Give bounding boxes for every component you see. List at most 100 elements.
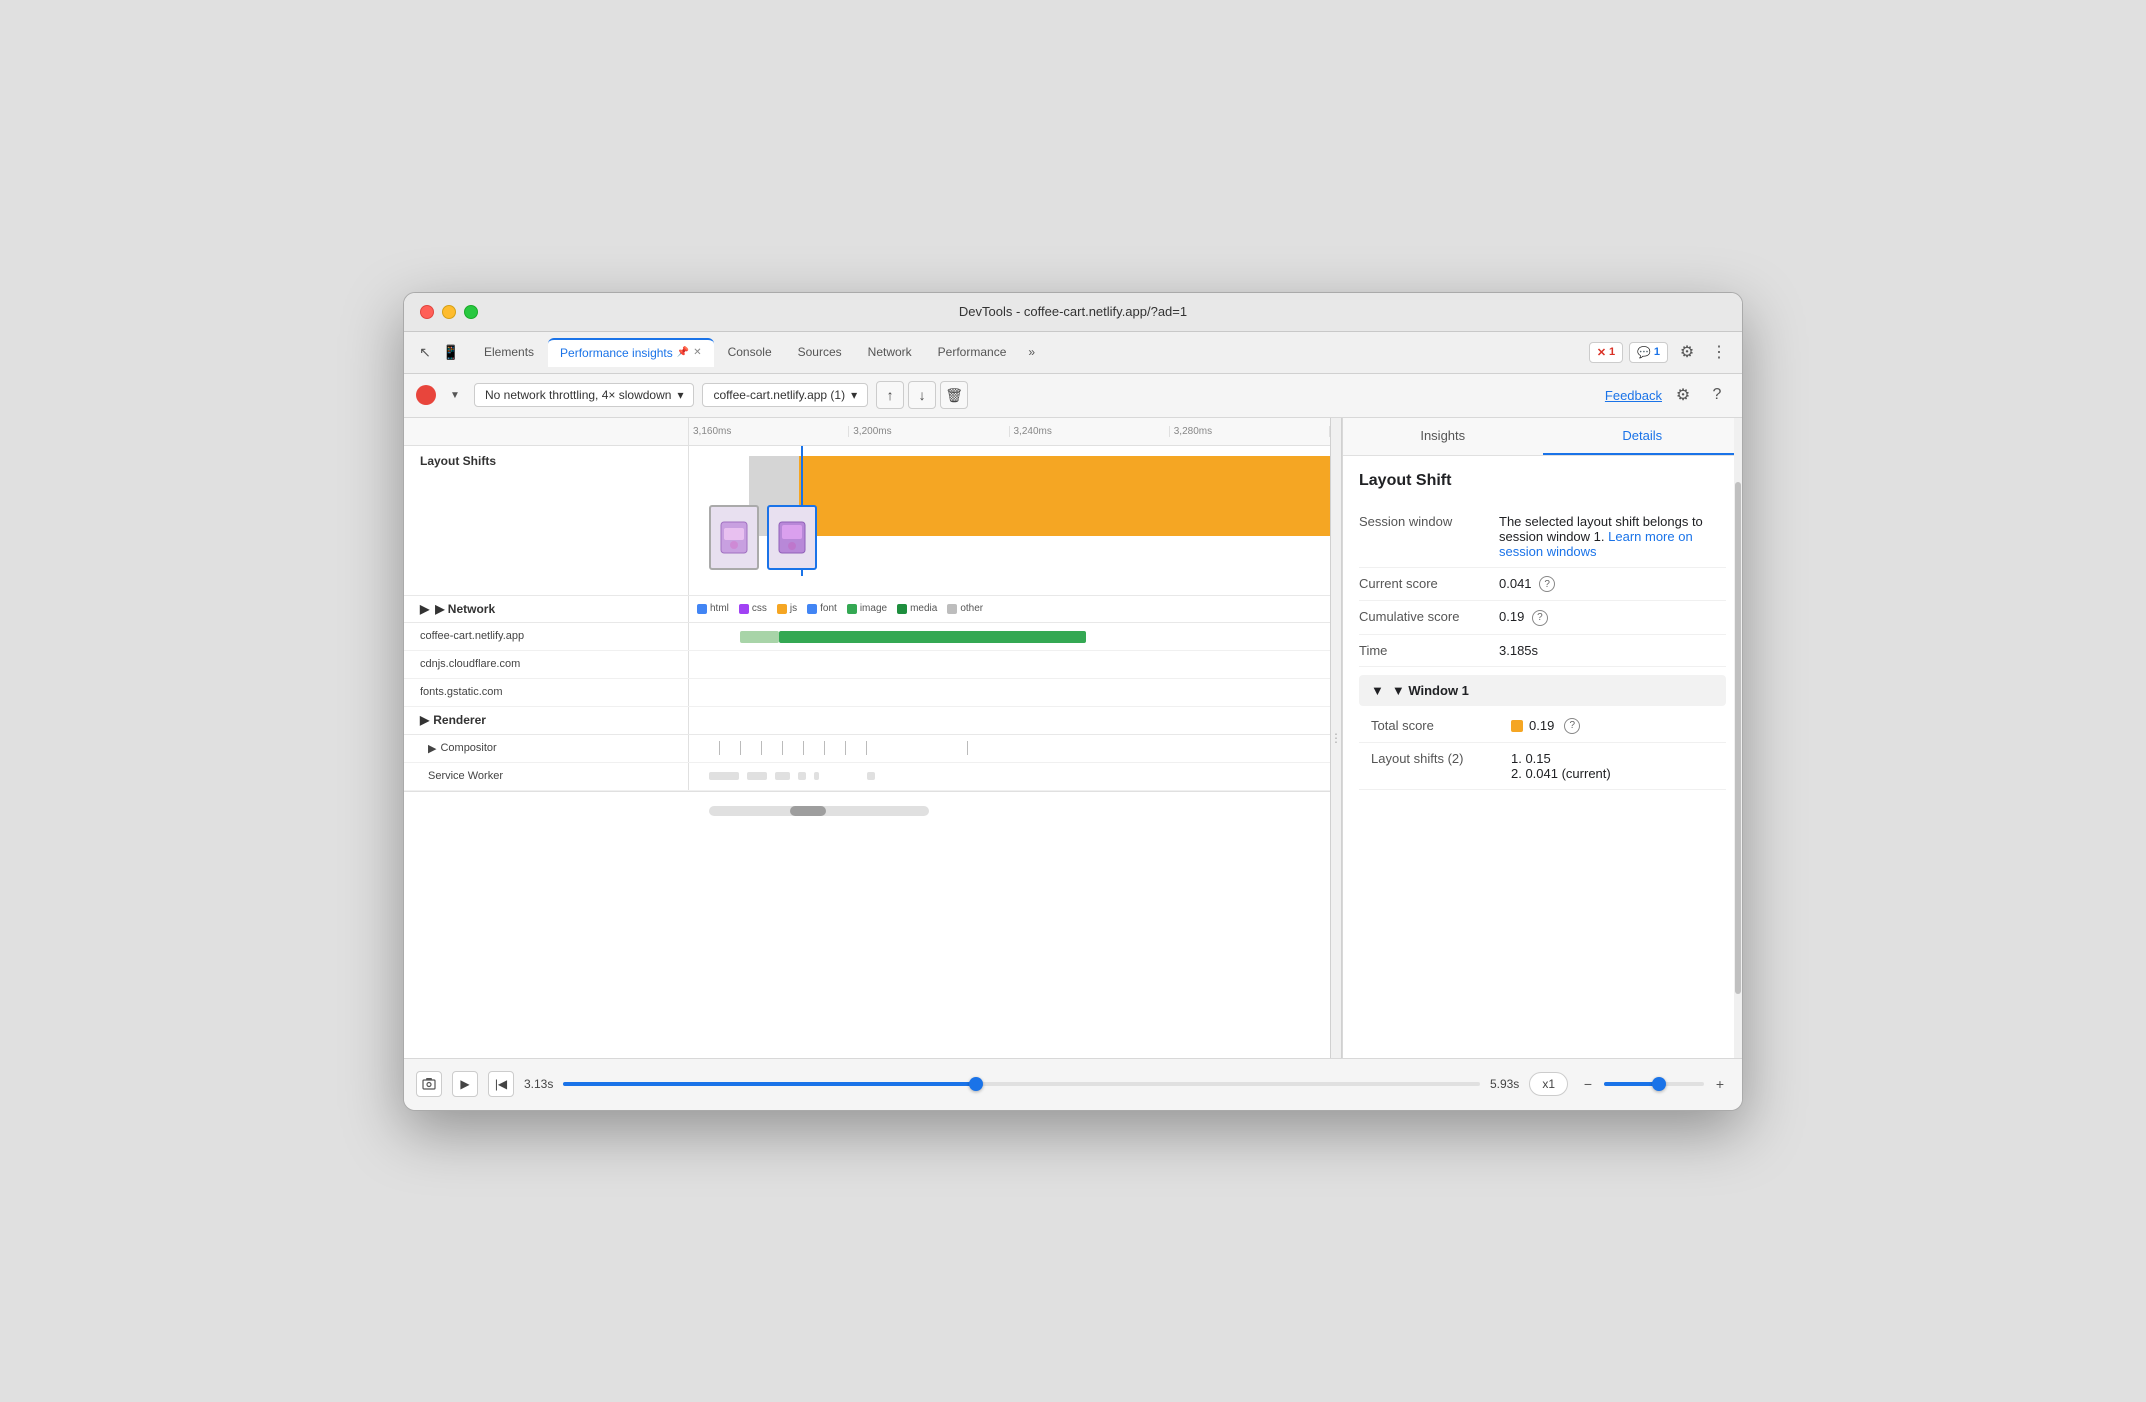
network-row-label-1: coffee-cart.netlify.app bbox=[404, 623, 689, 650]
devtools-window: DevTools - coffee-cart.netlify.app/?ad=1… bbox=[403, 292, 1743, 1111]
zoom-in-button[interactable]: + bbox=[1710, 1076, 1730, 1092]
tab-elements[interactable]: Elements bbox=[472, 339, 546, 365]
network-row-content-2 bbox=[689, 651, 1330, 678]
sw-bars bbox=[689, 763, 895, 790]
legend-dot-media bbox=[897, 604, 907, 614]
ls-image-before[interactable] bbox=[709, 505, 759, 570]
layout-shifts-area bbox=[689, 446, 1330, 576]
detail-value-cumulative-score: 0.19 ? bbox=[1499, 609, 1726, 626]
right-panel-scrollbar[interactable] bbox=[1734, 418, 1742, 1058]
service-worker-label: Service Worker bbox=[404, 763, 689, 790]
help-icon[interactable]: ? bbox=[1704, 382, 1730, 408]
scrollbar-thumb[interactable] bbox=[790, 806, 826, 816]
detail-value-layout-shifts: 1. 0.15 2. 0.041 (current) bbox=[1511, 751, 1714, 781]
chevron-down-icon: ▾ bbox=[677, 388, 683, 402]
resize-handle[interactable]: ⋮ bbox=[1330, 418, 1342, 1058]
legend-other: other bbox=[947, 600, 983, 618]
ls-image-after[interactable] bbox=[767, 505, 817, 570]
playback-slider[interactable] bbox=[563, 1082, 1480, 1086]
upload-button[interactable]: ↑ bbox=[876, 381, 904, 409]
traffic-lights bbox=[420, 305, 478, 319]
feedback-button[interactable]: Feedback bbox=[1605, 388, 1662, 403]
legend-dot-html bbox=[697, 604, 707, 614]
playback-slider-track[interactable] bbox=[563, 1082, 1480, 1086]
tab-performance[interactable]: Performance bbox=[926, 339, 1019, 365]
more-tabs-button[interactable]: » bbox=[1020, 341, 1043, 363]
network-row-label-3: fonts.gstatic.com bbox=[404, 679, 689, 706]
scrollbar-thumb[interactable] bbox=[1735, 482, 1741, 994]
detail-value-current-score: 0.041 ? bbox=[1499, 576, 1726, 593]
screenshot-button[interactable] bbox=[416, 1071, 442, 1097]
zoom-out-button[interactable]: − bbox=[1578, 1076, 1598, 1092]
tab-details[interactable]: Details bbox=[1543, 418, 1743, 455]
zoom-controls: − + bbox=[1578, 1076, 1730, 1092]
compositor-label[interactable]: ▶ Compositor bbox=[404, 735, 689, 762]
more-options-icon[interactable]: ⋮ bbox=[1706, 339, 1732, 365]
device-icon[interactable]: 📱 bbox=[440, 341, 462, 363]
tick-8 bbox=[866, 741, 867, 755]
settings-icon[interactable]: ⚙ bbox=[1674, 339, 1700, 365]
layout-shifts-label: Layout Shifts bbox=[404, 446, 689, 595]
ruler-ticks: 3,160ms 3,200ms 3,240ms 3,280ms bbox=[689, 426, 1330, 437]
detail-value-session-window: The selected layout shift belongs to ses… bbox=[1499, 514, 1726, 559]
layout-shifts-section: Layout Shifts bbox=[404, 446, 1330, 596]
zoom-slider-fill bbox=[1604, 1082, 1659, 1086]
tab-network[interactable]: Network bbox=[856, 339, 924, 365]
cursor-icon[interactable]: ↖ bbox=[414, 341, 436, 363]
message-badge-button[interactable]: 💬 1 bbox=[1629, 342, 1668, 363]
tab-console[interactable]: Console bbox=[716, 339, 784, 365]
resize-icon: ⋮ bbox=[1330, 731, 1342, 745]
legend-dot-image bbox=[847, 604, 857, 614]
sw-bar-2 bbox=[747, 772, 767, 780]
legend-html: html bbox=[697, 600, 729, 618]
error-badge-button[interactable]: ✕ 1 bbox=[1589, 342, 1623, 363]
ruler-tick-4: 3,280ms bbox=[1170, 426, 1330, 437]
current-score-help-icon[interactable]: ? bbox=[1539, 576, 1555, 592]
network-section-label[interactable]: ▶ ▶ Network bbox=[404, 596, 689, 622]
dropdown-arrow-icon[interactable]: ▼ bbox=[444, 384, 466, 406]
minimize-button[interactable] bbox=[442, 305, 456, 319]
bottom-scrollbar-area bbox=[404, 791, 1330, 831]
network-row-label-2: cdnjs.cloudflare.com bbox=[404, 651, 689, 678]
network-row-fonts: fonts.gstatic.com bbox=[404, 679, 1330, 707]
service-worker-row: Service Worker bbox=[404, 763, 1330, 791]
window-1-header[interactable]: ▼ ▼ Window 1 bbox=[1359, 675, 1726, 706]
score-dot-icon bbox=[1511, 720, 1523, 732]
download-button[interactable]: ↓ bbox=[908, 381, 936, 409]
playback-slider-thumb[interactable] bbox=[969, 1077, 983, 1091]
renderer-label[interactable]: ▶ Renderer bbox=[404, 707, 689, 734]
tab-insights[interactable]: Insights bbox=[1343, 418, 1543, 455]
zoom-slider-thumb[interactable] bbox=[1652, 1077, 1666, 1091]
play-button[interactable]: ▶ bbox=[452, 1071, 478, 1097]
record-button[interactable] bbox=[416, 385, 436, 405]
close-button[interactable] bbox=[420, 305, 434, 319]
playback-speed-button[interactable]: x1 bbox=[1529, 1072, 1568, 1096]
url-dropdown[interactable]: coffee-cart.netlify.app (1) ▾ bbox=[702, 383, 868, 407]
renderer-expand-icon: ▶ bbox=[420, 713, 429, 727]
cumulative-score-help-icon[interactable]: ? bbox=[1532, 610, 1548, 626]
right-panel: Insights Details Layout Shift Session wi… bbox=[1342, 418, 1742, 1058]
horizontal-scrollbar[interactable] bbox=[709, 806, 929, 816]
pin-icon: 📌 bbox=[677, 347, 689, 358]
delete-button[interactable]: 🗑 bbox=[940, 381, 968, 409]
tab-performance-insights[interactable]: Performance insights 📌 ✕ bbox=[548, 338, 714, 367]
detail-row-current-score: Current score 0.041 ? bbox=[1359, 568, 1726, 602]
total-score-help-icon[interactable]: ? bbox=[1564, 718, 1580, 734]
skip-to-start-button[interactable]: |◀ bbox=[488, 1071, 514, 1097]
sw-bar-1 bbox=[709, 772, 739, 780]
chevron-down-icon: ▼ bbox=[1371, 683, 1384, 698]
maximize-button[interactable] bbox=[464, 305, 478, 319]
tab-sources[interactable]: Sources bbox=[786, 339, 854, 365]
tab-bar: ↖ 📱 Elements Performance insights 📌 ✕ Co… bbox=[404, 332, 1742, 374]
tick-9 bbox=[967, 741, 968, 755]
tab-close-icon[interactable]: ✕ bbox=[693, 347, 701, 358]
zoom-slider-track[interactable] bbox=[1604, 1082, 1704, 1086]
right-panel-tabs: Insights Details bbox=[1343, 418, 1742, 456]
detail-row-cumulative-score: Cumulative score 0.19 ? bbox=[1359, 601, 1726, 635]
legend-font: font bbox=[807, 600, 837, 618]
network-legend: html css js font bbox=[689, 596, 991, 622]
gear-icon[interactable]: ⚙ bbox=[1670, 382, 1696, 408]
sw-bar-6 bbox=[867, 772, 875, 780]
legend-css: css bbox=[739, 600, 767, 618]
throttle-dropdown[interactable]: No network throttling, 4× slowdown ▾ bbox=[474, 383, 694, 407]
